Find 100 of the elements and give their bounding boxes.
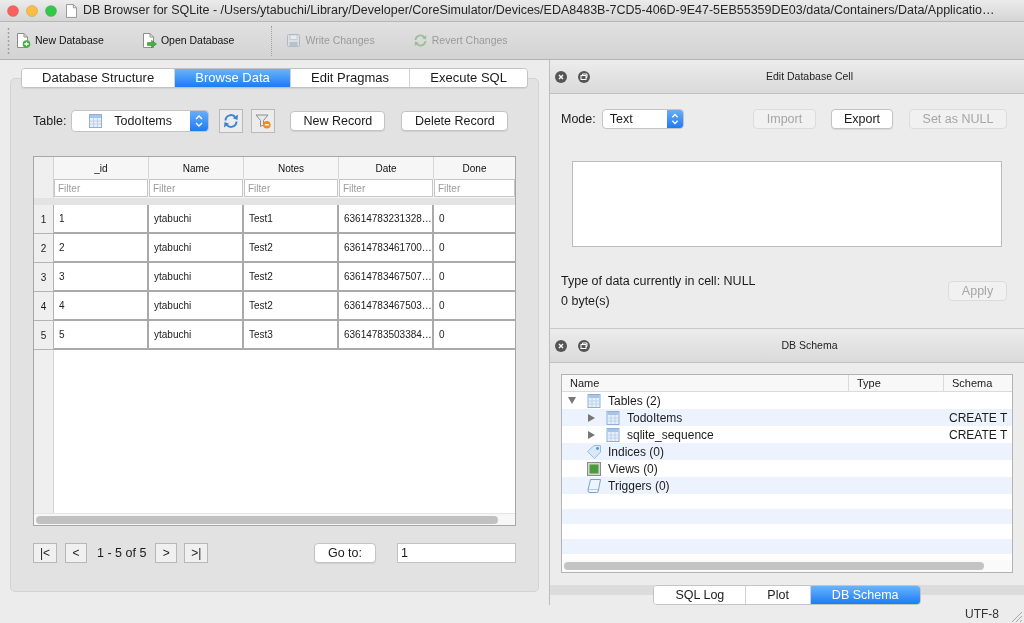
schema-text: CREATE T: [948, 409, 1008, 427]
previous-page-button[interactable]: <: [65, 543, 87, 563]
table-cell: 4: [54, 292, 149, 321]
open-file-icon: [141, 33, 157, 48]
column-header[interactable]: Name: [149, 157, 244, 179]
triangle-right-icon[interactable]: [587, 413, 595, 422]
tree-item-label[interactable]: Indices (0): [608, 442, 665, 461]
first-page-button[interactable]: |<: [33, 543, 57, 563]
last-page-button[interactable]: >|: [184, 543, 209, 563]
tab[interactable]: Execute SQL: [409, 69, 527, 87]
table-cell: 63614783467503…: [339, 292, 434, 321]
column-header[interactable]: Done: [434, 157, 515, 179]
toolbar-button[interactable]: New Database: [12, 26, 108, 55]
close-window-icon[interactable]: [7, 4, 19, 17]
refresh-button[interactable]: [219, 109, 244, 133]
next-page-button[interactable]: >: [155, 543, 178, 563]
tree-item-label[interactable]: Views (0): [608, 459, 658, 478]
float-window-icon[interactable]: [578, 70, 590, 83]
table-label: Table:: [33, 112, 67, 130]
toolbar-handle-icon[interactable]: [7, 26, 10, 55]
tree-item-label[interactable]: TodoItems: [627, 408, 683, 427]
dock-title: DB Schema: [781, 337, 838, 353]
tree-item-label[interactable]: Tables (2): [608, 391, 661, 410]
minimize-window-icon[interactable]: [26, 4, 38, 17]
dock-button[interactable]: Export: [831, 109, 893, 129]
column-header[interactable]: Schema: [944, 375, 1012, 391]
table-select[interactable]: TodoItems: [71, 110, 210, 132]
tree-item-label[interactable]: sqlite_sequence: [627, 425, 714, 444]
column-header[interactable]: _id: [54, 157, 149, 179]
circular-arrows-icon: [412, 33, 428, 48]
tab[interactable]: Database Structure: [22, 69, 175, 87]
table-cell: ytabuchi: [149, 321, 244, 350]
table-cell: Test2: [244, 263, 339, 292]
toolbar-button[interactable]: Open Database: [137, 26, 239, 55]
filter-field[interactable]: Filter: [339, 179, 433, 197]
cell-editor-field[interactable]: [572, 161, 1002, 247]
mode-select[interactable]: Text: [601, 109, 684, 129]
column-header[interactable]: Name: [562, 375, 849, 391]
column-header[interactable]: Date: [339, 157, 434, 179]
data-type-text: Type of data currently in cell: NULL: [561, 273, 756, 290]
table-cell: ytabuchi: [149, 205, 244, 234]
triangle-down-icon[interactable]: [568, 397, 576, 404]
tree-item-label[interactable]: Triggers (0): [608, 476, 670, 495]
table-cell: 0: [434, 234, 515, 263]
new-file-icon: [16, 33, 31, 48]
mode-label: Mode:: [561, 110, 596, 128]
table-cell: 63614783503384…: [339, 321, 434, 350]
row-header[interactable]: 3: [34, 263, 54, 292]
scrollbar-thumb[interactable]: [564, 562, 984, 570]
table-cell: 0: [434, 321, 515, 350]
column-header[interactable]: Notes: [244, 157, 339, 179]
table-cell: 0: [434, 263, 515, 292]
table-cell: 1: [54, 205, 149, 234]
schema-text: CREATE T: [948, 426, 1008, 444]
row-header[interactable]: 2: [34, 234, 54, 263]
table-cell: ytabuchi: [149, 292, 244, 321]
document-icon: [66, 3, 77, 18]
action-button[interactable]: Delete Record: [401, 111, 509, 131]
filter-field[interactable]: Filter: [149, 179, 243, 197]
close-icon[interactable]: [555, 339, 567, 352]
column-header[interactable]: Type: [849, 375, 944, 391]
table-cell: 3: [54, 263, 149, 292]
zoom-window-icon[interactable]: [45, 4, 57, 17]
table-icon: [89, 114, 103, 128]
close-icon[interactable]: [555, 70, 567, 83]
encoding-label: UTF-8: [965, 606, 999, 623]
funnel-icon: [255, 113, 272, 129]
table-cell: ytabuchi: [149, 263, 244, 292]
data-size-text: 0 byte(s): [561, 293, 610, 310]
row-header[interactable]: 5: [34, 321, 54, 350]
filter-field[interactable]: Filter: [434, 179, 515, 197]
action-button[interactable]: New Record: [290, 111, 386, 131]
filter-field[interactable]: Filter: [244, 179, 338, 197]
row-header[interactable]: 4: [34, 292, 54, 321]
clear-filters-button[interactable]: [251, 109, 276, 133]
window-title: DB Browser for SQLite - /Users/ytabuchi/Library/Developer/CoreSimulator/Devices/EDA8483B-7CD5-406D-9E47-5EB55359DE03/data/Containers/Data/Applicatio…: [83, 2, 995, 20]
table-cell: 0: [434, 292, 515, 321]
table-cell: Test3: [244, 321, 339, 350]
goto-button[interactable]: Go to:: [314, 543, 376, 563]
resize-grip-icon[interactable]: [1012, 612, 1022, 622]
table-cell: 63614783231328…: [339, 205, 434, 234]
table-cell: 5: [54, 321, 149, 350]
page-range: 1 - 5 of 5: [97, 544, 147, 562]
picture-icon: [587, 461, 601, 476]
table-cell: 2: [54, 234, 149, 263]
scrollbar-thumb[interactable]: [36, 515, 498, 524]
row-header[interactable]: 1: [34, 205, 54, 234]
stepper-icon: [190, 111, 209, 131]
table-cell: Test2: [244, 292, 339, 321]
table-cell: 63614783467507…: [339, 263, 434, 292]
goto-field[interactable]: 1: [397, 543, 516, 563]
float-window-icon[interactable]: [578, 339, 590, 352]
refresh-icon: [223, 113, 240, 129]
dock-title: Edit Database Cell: [766, 68, 853, 84]
triangle-right-icon[interactable]: [587, 430, 595, 439]
filter-field[interactable]: Filter: [54, 179, 148, 197]
tab[interactable]: Edit Pragmas: [289, 69, 410, 87]
tag-icon: [587, 444, 601, 459]
stepper-icon: [666, 110, 683, 128]
table-cell: ytabuchi: [149, 234, 244, 263]
